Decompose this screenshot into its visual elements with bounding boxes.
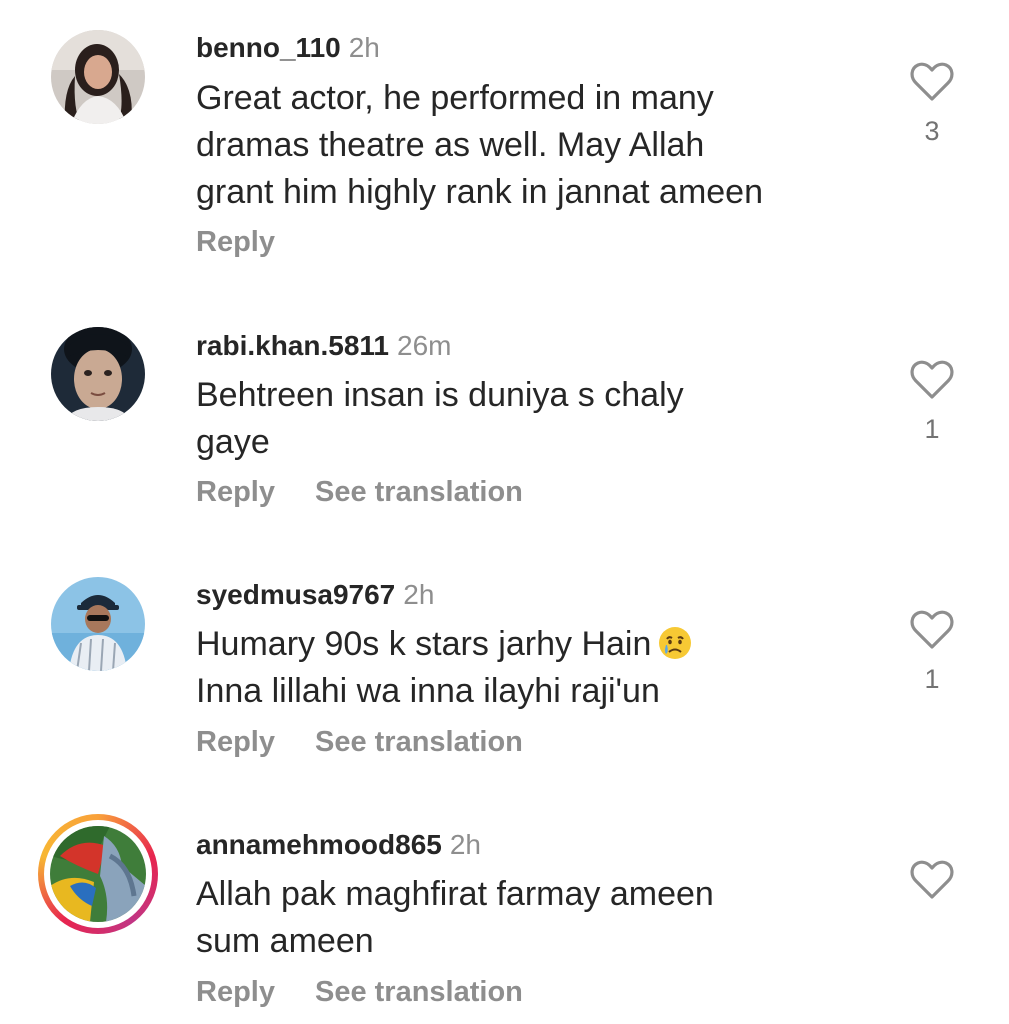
comment-line: sum ameen — [196, 922, 374, 960]
comment-text: Allah pak maghfirat farmay ameen sum ame… — [196, 871, 856, 965]
username-link[interactable]: syedmusa9767 — [196, 579, 395, 610]
avatar-image — [50, 826, 146, 922]
reply-button[interactable]: Reply — [196, 726, 275, 758]
see-translation-button[interactable]: See translation — [315, 976, 523, 1008]
like-group: 3 — [906, 62, 958, 147]
comment-line-text: Humary 90s k stars jarhy Hain — [196, 625, 652, 663]
heart-icon[interactable] — [910, 610, 954, 650]
username-link[interactable]: rabi.khan.5811 — [196, 330, 389, 361]
like-group: 1 — [906, 610, 958, 695]
comment-header: annamehmood865 2h — [196, 828, 481, 862]
see-translation-button[interactable]: See translation — [315, 476, 523, 508]
comment-item: annamehmood865 2h Allah pak maghfirat far… — [0, 800, 1009, 1024]
heart-icon[interactable] — [910, 62, 954, 102]
comment-header: benno_110 2h — [196, 31, 380, 65]
timestamp: 26m — [397, 330, 452, 361]
comment-line: grant him highly rank in jannat ameen — [196, 173, 763, 211]
crying-face-emoji-icon — [657, 625, 693, 661]
comment-line: Humary 90s k stars jarhy Hain — [196, 621, 856, 668]
username-link[interactable]: benno_110 — [196, 32, 341, 63]
like-group: 1 — [906, 360, 958, 445]
comment-line: dramas theatre as well. May Allah — [196, 126, 705, 164]
timestamp: 2h — [449, 829, 482, 860]
comment-text: Behtreen insan is duniya s chaly gaye — [196, 372, 856, 466]
reply-button[interactable]: Reply — [196, 226, 275, 258]
comment-actions: Reply See translation — [196, 476, 523, 509]
heart-icon[interactable] — [910, 360, 954, 400]
like-count: 3 — [924, 116, 940, 146]
comment-line: Behtreen insan is duniya s chaly — [196, 376, 684, 414]
like-count: 1 — [924, 414, 940, 444]
timestamp: 2h — [403, 579, 435, 610]
like-group — [906, 860, 958, 900]
story-ring-avatar[interactable] — [38, 814, 158, 934]
comment-line: Great actor, he performed in many — [196, 79, 714, 117]
comment-text: Humary 90s k stars jarhy Hain Inna lilla… — [196, 621, 856, 715]
see-translation-button[interactable]: See translation — [315, 726, 523, 758]
avatar[interactable] — [51, 30, 145, 124]
comment-header: syedmusa9767 2h — [196, 578, 434, 612]
reply-button[interactable]: Reply — [196, 476, 275, 508]
colorful-story-avatar-icon — [50, 826, 146, 922]
comment-text: Great actor, he performed in many dramas… — [196, 75, 856, 216]
woman-portrait-avatar-icon — [51, 30, 145, 124]
comment-item: syedmusa9767 2h Humary 90s k stars jarhy … — [0, 550, 1009, 790]
comment-line: Inna lillahi wa inna ilayhi raji'un — [196, 672, 660, 710]
comment-actions: Reply See translation — [196, 976, 523, 1009]
comment-header: rabi.khan.5811 26m — [196, 329, 451, 363]
comment-line: gaye — [196, 423, 270, 461]
comment-actions: Reply See translation — [196, 726, 523, 759]
heart-icon[interactable] — [910, 860, 954, 900]
comment-actions: Reply — [196, 226, 275, 259]
avatar[interactable] — [51, 577, 145, 671]
comment-line: Allah pak maghfirat farmay ameen — [196, 875, 714, 913]
reply-button[interactable]: Reply — [196, 976, 275, 1008]
username-link[interactable]: annamehmood865 — [196, 829, 442, 860]
child-portrait-avatar-icon — [51, 327, 145, 421]
timestamp: 2h — [348, 32, 380, 63]
man-cap-avatar-icon — [51, 577, 145, 671]
comment-item: benno_110 2h Great actor, he performed in… — [0, 0, 1009, 280]
like-count: 1 — [924, 664, 940, 694]
avatar[interactable] — [51, 327, 145, 421]
comment-item: rabi.khan.5811 26m Behtreen insan is duni… — [0, 300, 1009, 540]
